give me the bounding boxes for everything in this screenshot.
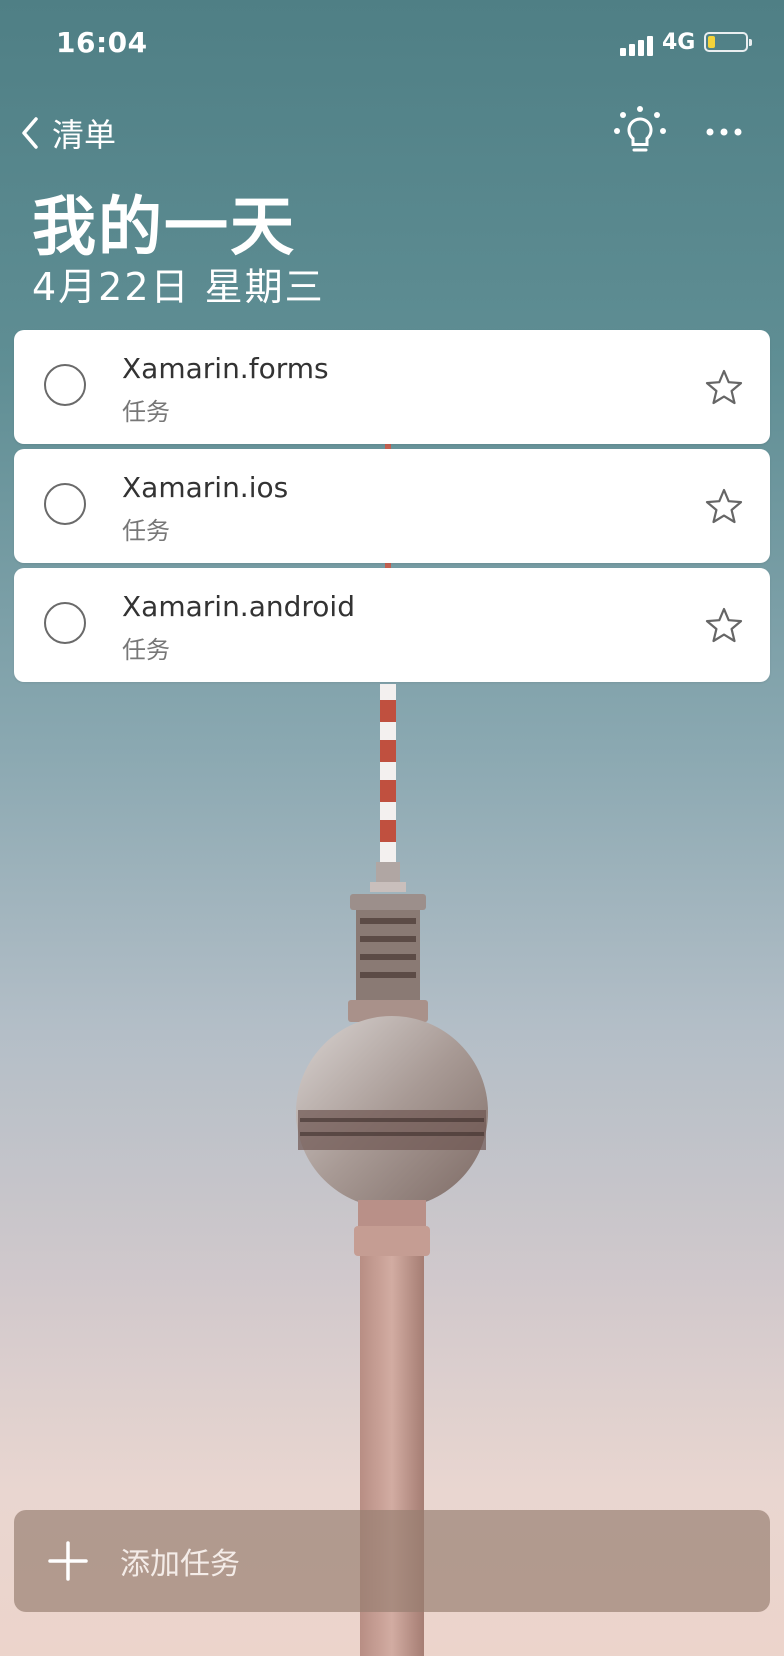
complete-checkbox[interactable] <box>44 602 86 644</box>
add-task-button[interactable]: 添加任务 <box>14 1510 770 1612</box>
add-task-label: 添加任务 <box>120 1547 240 1582</box>
task-name: Xamarin.ios <box>122 471 289 504</box>
battery-icon <box>704 32 752 52</box>
task-item[interactable]: Xamarin.android 任务 <box>14 568 770 682</box>
complete-checkbox[interactable] <box>44 364 86 406</box>
task-name: Xamarin.android <box>122 590 355 623</box>
star-icon[interactable] <box>704 606 744 644</box>
complete-checkbox[interactable] <box>44 483 86 525</box>
battery-level <box>708 36 715 48</box>
page-date: 4月22日 星期三 <box>32 265 325 309</box>
chevron-left-icon <box>22 117 38 149</box>
signal-icon <box>620 34 656 56</box>
back-button[interactable]: 清单 <box>18 108 116 158</box>
task-list-name: 任务 <box>122 517 170 545</box>
task-list-name: 任务 <box>122 398 170 426</box>
plus-icon <box>48 1541 88 1581</box>
back-label: 清单 <box>52 116 117 154</box>
network-type: 4G <box>662 30 696 55</box>
task-item[interactable]: Xamarin.ios 任务 <box>14 449 770 563</box>
star-icon[interactable] <box>704 368 744 406</box>
task-name: Xamarin.forms <box>122 352 329 385</box>
lightbulb-icon[interactable] <box>612 104 668 160</box>
page-title: 我的一天 <box>32 191 296 265</box>
more-icon[interactable] <box>700 110 748 154</box>
task-list-name: 任务 <box>122 636 170 664</box>
star-icon[interactable] <box>704 487 744 525</box>
task-item[interactable]: Xamarin.forms 任务 <box>14 330 770 444</box>
status-time: 16:04 <box>56 26 148 59</box>
